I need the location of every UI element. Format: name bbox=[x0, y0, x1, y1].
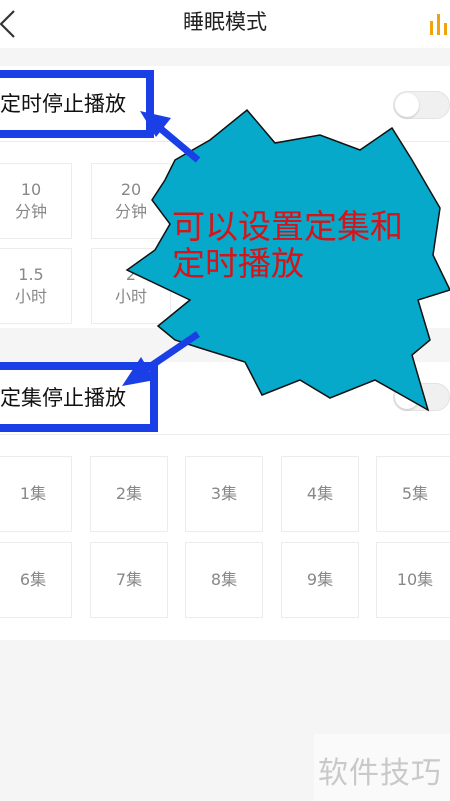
option-value: 20 bbox=[120, 180, 142, 199]
timer-option-1-5h[interactable]: 1.5 小时 bbox=[0, 248, 72, 324]
option-unit: 小时 bbox=[14, 287, 47, 306]
highlight-box-episode bbox=[0, 362, 158, 432]
option-unit: 小时 bbox=[114, 287, 147, 306]
annotation-text: 可以设置定集和定时播放 bbox=[172, 207, 403, 283]
option-label: 8集 bbox=[210, 570, 238, 589]
equalizer-bars-icon[interactable] bbox=[428, 11, 450, 35]
episode-option-7[interactable]: 7集 bbox=[90, 542, 168, 618]
option-unit: 分钟 bbox=[114, 202, 147, 221]
option-label: 3集 bbox=[210, 484, 238, 503]
episode-option-3[interactable]: 3集 bbox=[185, 456, 263, 532]
option-value: 2 bbox=[125, 265, 137, 284]
divider bbox=[0, 141, 450, 142]
option-value: 1.5 bbox=[18, 265, 44, 284]
episode-stop-toggle[interactable] bbox=[393, 383, 450, 411]
highlight-box-timer bbox=[0, 70, 154, 138]
option-label: 7集 bbox=[115, 570, 143, 589]
watermark-text: 软件技巧 bbox=[318, 756, 442, 791]
timer-stop-toggle[interactable] bbox=[393, 91, 450, 119]
episode-option-9[interactable]: 9集 bbox=[281, 542, 359, 618]
divider bbox=[0, 434, 450, 435]
option-value: 10 bbox=[20, 180, 42, 199]
option-label: 9集 bbox=[306, 570, 334, 589]
option-label: 6集 bbox=[19, 570, 47, 589]
option-label: 2集 bbox=[115, 484, 143, 503]
option-label: 4集 bbox=[306, 484, 334, 503]
top-bar: 睡眠模式 bbox=[0, 0, 450, 48]
toggle-knob bbox=[395, 93, 419, 117]
option-label: 10集 bbox=[396, 570, 434, 589]
page-title: 睡眠模式 bbox=[183, 10, 267, 34]
option-label: 5集 bbox=[401, 484, 429, 503]
option-unit: 分钟 bbox=[14, 202, 47, 221]
episode-option-2[interactable]: 2集 bbox=[90, 456, 168, 532]
episode-option-1[interactable]: 1集 bbox=[0, 456, 72, 532]
episode-option-10[interactable]: 10集 bbox=[376, 542, 450, 618]
episode-option-6[interactable]: 6集 bbox=[0, 542, 72, 618]
option-label: 1集 bbox=[19, 484, 47, 503]
toggle-knob bbox=[395, 385, 419, 409]
episode-option-4[interactable]: 4集 bbox=[281, 456, 359, 532]
timer-option-2h[interactable]: 2 小时 bbox=[91, 248, 171, 324]
timer-option-10min[interactable]: 10 分钟 bbox=[0, 163, 72, 239]
episode-option-5[interactable]: 5集 bbox=[376, 456, 450, 532]
episode-option-8[interactable]: 8集 bbox=[185, 542, 263, 618]
timer-option-20min[interactable]: 20 分钟 bbox=[91, 163, 171, 239]
